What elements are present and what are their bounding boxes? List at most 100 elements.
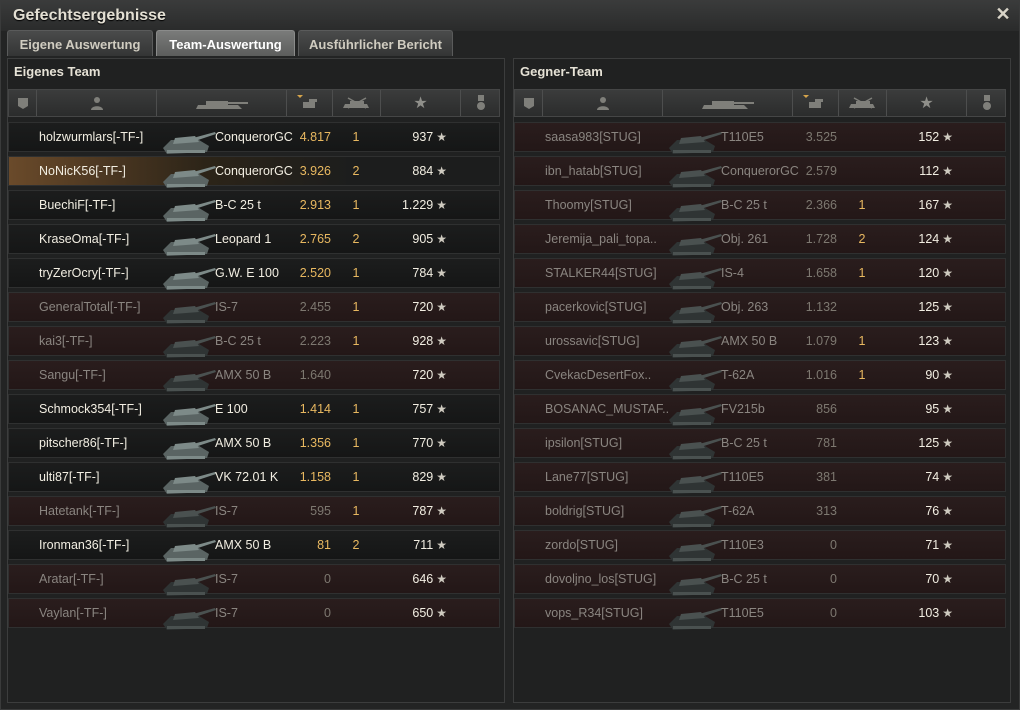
tank-name: T110E5 bbox=[721, 130, 764, 144]
player-row[interactable]: saasa983[STUG] T110E5 3.525 152 ★ bbox=[514, 122, 1006, 154]
star-icon: ★ bbox=[436, 334, 447, 348]
damage-value: 1.658 bbox=[805, 266, 837, 280]
player-row[interactable]: BOSANAC_MUSTAF.. FV215b 856 95 ★ bbox=[514, 394, 1006, 426]
damage-value: 0 bbox=[830, 606, 837, 620]
player-row[interactable]: GeneralTotal[-TF-] IS-7 2.455 1 720 ★ bbox=[8, 292, 500, 324]
tank-name: B-C 25 t bbox=[721, 572, 767, 586]
player-row[interactable]: Sangu[-TF-] AMX 50 B 1.640 720 ★ bbox=[8, 360, 500, 392]
player-row[interactable]: NoNicK56[-TF-] ConquerorGC 3.926 2 884 ★ bbox=[8, 156, 500, 188]
damage-value: 2.765 bbox=[299, 232, 331, 246]
medal-icon[interactable] bbox=[461, 90, 501, 116]
xp-value: 720 bbox=[412, 300, 434, 314]
squad-icon[interactable] bbox=[515, 90, 543, 116]
tank-name: B-C 25 t bbox=[215, 198, 261, 212]
star-icon: ★ bbox=[942, 198, 953, 212]
xp-cell: 76 ★ bbox=[887, 504, 953, 518]
star-icon: ★ bbox=[436, 504, 447, 518]
player-name: Vaylan[-TF-] bbox=[39, 606, 107, 620]
player-row[interactable]: Schmock354[-TF-] E 100 1.414 1 757 ★ bbox=[8, 394, 500, 426]
player-row[interactable]: Thoomy[STUG] B-C 25 t 2.366 1 167 ★ bbox=[514, 190, 1006, 222]
tank-name: IS-7 bbox=[215, 300, 238, 314]
kills-value: 1 bbox=[352, 266, 360, 280]
xp-value: 112 bbox=[919, 164, 940, 178]
player-row[interactable]: urossavic[STUG] AMX 50 B 1.079 1 123 ★ bbox=[514, 326, 1006, 358]
player-row[interactable]: KraseOma[-TF-] Leopard 1 2.765 2 905 ★ bbox=[8, 224, 500, 256]
player-row[interactable]: kai3[-TF-] B-C 25 t 2.223 1 928 ★ bbox=[8, 326, 500, 358]
xp-cell: 905 ★ bbox=[381, 232, 447, 246]
close-icon[interactable]: ✕ bbox=[993, 4, 1013, 24]
player-name: kai3[-TF-] bbox=[39, 334, 93, 348]
player-icon[interactable] bbox=[37, 90, 157, 116]
tank-name: AMX 50 B bbox=[215, 368, 272, 382]
damage-icon[interactable] bbox=[793, 90, 839, 116]
xp-value: 646 bbox=[412, 572, 434, 586]
player-name: GeneralTotal[-TF-] bbox=[39, 300, 141, 314]
tank-name: AMX 50 B bbox=[215, 538, 272, 552]
star-icon[interactable]: ★ bbox=[381, 90, 461, 116]
player-row[interactable]: Vaylan[-TF-] IS-7 0 650 ★ bbox=[8, 598, 500, 630]
damage-value: 2.366 bbox=[805, 198, 837, 212]
player-icon[interactable] bbox=[543, 90, 663, 116]
player-row[interactable]: Hatetank[-TF-] IS-7 595 1 787 ★ bbox=[8, 496, 500, 528]
player-row[interactable]: BuechiF[-TF-] B-C 25 t 2.913 1 1.229 ★ bbox=[8, 190, 500, 222]
squad-icon[interactable] bbox=[9, 90, 37, 116]
tank-name: AMX 50 B bbox=[215, 436, 272, 450]
xp-value: 125 bbox=[918, 300, 940, 314]
damage-icon[interactable] bbox=[287, 90, 333, 116]
damage-value: 0 bbox=[324, 606, 331, 620]
player-name: ipsilon[STUG] bbox=[545, 436, 623, 450]
tab-team-evaluation[interactable]: Team-Auswertung bbox=[156, 30, 295, 56]
player-row[interactable]: ulti87[-TF-] VK 72.01 K 1.158 1 829 ★ bbox=[8, 462, 500, 494]
player-row[interactable]: dovoljno_los[STUG] B-C 25 t 0 70 ★ bbox=[514, 564, 1006, 596]
xp-value: 905 bbox=[412, 232, 434, 246]
tank-name: E 100 bbox=[215, 402, 248, 416]
tank-name: T-62A bbox=[721, 368, 755, 382]
player-row[interactable]: Aratar[-TF-] IS-7 0 646 ★ bbox=[8, 564, 500, 596]
player-row[interactable]: tryZerOcry[-TF-] G.W. E 100 2.520 1 784 ★ bbox=[8, 258, 500, 290]
damage-value: 2.520 bbox=[299, 266, 331, 280]
damage-value: 2.223 bbox=[299, 334, 331, 348]
player-row[interactable]: STALKER44[STUG] IS-4 1.658 1 120 ★ bbox=[514, 258, 1006, 290]
star-icon[interactable]: ★ bbox=[887, 90, 967, 116]
medal-icon[interactable] bbox=[967, 90, 1007, 116]
xp-value: 152 bbox=[918, 130, 940, 144]
xp-cell: 1.229 ★ bbox=[381, 198, 447, 212]
player-row[interactable]: Ironman36[-TF-] AMX 50 B 81 2 711 ★ bbox=[8, 530, 500, 562]
star-icon: ★ bbox=[436, 606, 447, 620]
damage-value: 381 bbox=[816, 470, 837, 484]
kills-value: 1 bbox=[858, 266, 866, 280]
player-row[interactable]: ibn_hatab[STUG] ConquerorGC 2.579 112 ★ bbox=[514, 156, 1006, 188]
star-icon: ★ bbox=[942, 606, 953, 620]
player-row[interactable]: zordo[STUG] T110E3 0 71 ★ bbox=[514, 530, 1006, 562]
kills-icon[interactable] bbox=[333, 90, 381, 116]
tank-icon[interactable] bbox=[157, 90, 287, 116]
player-row[interactable]: CvekacDesertFox.. T-62A 1.016 1 90 ★ bbox=[514, 360, 1006, 392]
damage-value: 1.356 bbox=[299, 436, 331, 450]
player-row[interactable]: pitscher86[-TF-] AMX 50 B 1.356 1 770 ★ bbox=[8, 428, 500, 460]
kills-icon[interactable] bbox=[839, 90, 887, 116]
player-row[interactable]: Jeremija_pali_topa.. Obj. 261 1.728 2 124 ★ bbox=[514, 224, 1006, 256]
tab-own-evaluation[interactable]: Eigene Auswertung bbox=[7, 30, 153, 56]
xp-cell: 167 ★ bbox=[887, 198, 953, 212]
kills-value: 1 bbox=[352, 334, 360, 348]
player-name: pacerkovic[STUG] bbox=[545, 300, 647, 314]
xp-cell: 112 ★ bbox=[887, 164, 953, 178]
xp-value: 787 bbox=[412, 504, 434, 518]
kills-value: 1 bbox=[858, 334, 866, 348]
xp-value: 124 bbox=[918, 232, 940, 246]
tank-icon[interactable] bbox=[663, 90, 793, 116]
enemy-team-header: ★ bbox=[514, 89, 1006, 117]
kills-value: 1 bbox=[858, 198, 866, 212]
player-row[interactable]: holzwurmlars[-TF-] ConquerorGC 4.817 1 937 ★ bbox=[8, 122, 500, 154]
player-row[interactable]: vops_R34[STUG] T110E5 0 103 ★ bbox=[514, 598, 1006, 630]
tab-detailed-report[interactable]: Ausführlicher Bericht bbox=[298, 30, 453, 56]
damage-value: 595 bbox=[310, 504, 331, 518]
player-row[interactable]: pacerkovic[STUG] Obj. 263 1.132 125 ★ bbox=[514, 292, 1006, 324]
player-row[interactable]: boldrig[STUG] T-62A 313 76 ★ bbox=[514, 496, 1006, 528]
player-row[interactable]: Lane77[STUG] T110E5 381 74 ★ bbox=[514, 462, 1006, 494]
xp-cell: 937 ★ bbox=[381, 130, 447, 144]
player-name: Schmock354[-TF-] bbox=[39, 402, 142, 416]
player-row[interactable]: ipsilon[STUG] B-C 25 t 781 125 ★ bbox=[514, 428, 1006, 460]
xp-cell: 125 ★ bbox=[887, 300, 953, 314]
xp-value: 937 bbox=[412, 130, 434, 144]
